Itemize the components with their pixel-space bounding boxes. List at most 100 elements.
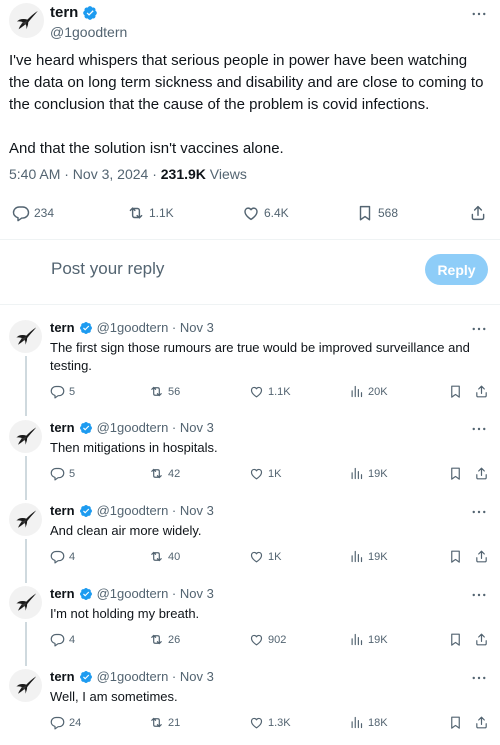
like-icon <box>249 549 264 564</box>
bookmark-button[interactable] <box>448 549 463 564</box>
share-icon <box>474 632 489 647</box>
reply-avatar[interactable] <box>9 420 42 453</box>
tweet-meta: 5:40 AM · Nov 3, 2024 · 231.9K Views <box>9 166 247 182</box>
reply-icon <box>50 715 65 730</box>
reply-author-name[interactable]: tern <box>50 420 75 435</box>
reply-button[interactable]: 4 <box>50 632 75 647</box>
more-options-icon[interactable] <box>470 586 488 604</box>
reply-button[interactable]: 5 <box>50 466 75 481</box>
share-button[interactable] <box>474 549 489 564</box>
like-count: 1.3K <box>268 716 291 729</box>
reply-handle-date[interactable]: @1goodtern · Nov 3 <box>97 320 214 335</box>
repost-button[interactable]: 1.1K <box>127 204 174 222</box>
reply-avatar[interactable] <box>9 503 42 536</box>
reply-button[interactable]: 5 <box>50 384 75 399</box>
repost-button[interactable]: 21 <box>149 715 180 730</box>
share-icon <box>474 549 489 564</box>
repost-count: 26 <box>168 633 181 646</box>
reply-count: 234 <box>34 206 55 220</box>
more-options-icon[interactable] <box>470 503 488 521</box>
repost-icon <box>149 715 164 730</box>
reply-action-bar: 4 40 1K 19K <box>0 549 500 567</box>
reply-text: Well, I am sometimes. <box>50 689 178 704</box>
views-button[interactable]: 19K <box>349 632 388 647</box>
reply-icon <box>50 466 65 481</box>
share-button[interactable] <box>469 204 487 222</box>
reply-action-bar: 5 56 1.1K 20K <box>0 384 500 402</box>
like-icon <box>249 466 264 481</box>
share-icon <box>474 466 489 481</box>
verified-badge-icon <box>79 670 93 684</box>
reply-icon <box>50 632 65 647</box>
like-button[interactable]: 6.4K <box>242 204 289 222</box>
more-options-icon[interactable] <box>470 320 488 338</box>
like-button[interactable]: 1K <box>249 466 281 481</box>
repost-button[interactable]: 56 <box>149 384 180 399</box>
bookmark-button[interactable]: 568 <box>356 204 398 222</box>
views-label: Views <box>205 166 247 182</box>
author-avatar[interactable] <box>9 3 44 38</box>
reply-button[interactable]: 234 <box>12 204 54 222</box>
more-options-icon[interactable] <box>470 420 488 438</box>
share-button[interactable] <box>474 632 489 647</box>
author-name[interactable]: tern <box>50 4 78 21</box>
reply-avatar[interactable] <box>9 320 42 353</box>
like-icon <box>249 715 264 730</box>
share-button[interactable] <box>474 715 489 730</box>
reply-avatar[interactable] <box>9 586 42 619</box>
verified-badge-icon <box>79 587 93 601</box>
reply-text: The first sign those rumours are true wo… <box>50 340 470 373</box>
reply-submit-button[interactable]: Reply <box>425 254 488 285</box>
author-name-row[interactable]: tern <box>50 4 98 21</box>
reply-avatar[interactable] <box>9 669 42 702</box>
views-count: 18K <box>368 716 388 729</box>
like-button[interactable]: 1K <box>249 549 281 564</box>
like-button[interactable]: 1.1K <box>249 384 291 399</box>
reply-author-name[interactable]: tern <box>50 320 75 335</box>
views-button[interactable]: 19K <box>349 549 388 564</box>
reply-author-name[interactable]: tern <box>50 503 75 518</box>
repost-count: 1.1K <box>149 206 174 220</box>
reply-handle-date[interactable]: @1goodtern · Nov 3 <box>97 503 214 518</box>
reply-header: tern @1goodtern · Nov 3 <box>50 320 214 335</box>
bookmark-button[interactable] <box>448 632 463 647</box>
reply-composer-input[interactable]: Post your reply <box>51 259 164 279</box>
views-button[interactable]: 20K <box>349 384 388 399</box>
bookmark-button[interactable] <box>448 384 463 399</box>
more-options-icon[interactable] <box>470 5 488 23</box>
reply-count: 4 <box>69 550 76 563</box>
reply-text: I'm not holding my breath. <box>50 606 200 621</box>
more-options-icon[interactable] <box>470 669 488 687</box>
bird-avatar-icon <box>9 3 44 38</box>
reply-count: 5 <box>69 467 76 480</box>
repost-button[interactable]: 26 <box>149 632 180 647</box>
divider <box>0 239 500 240</box>
reply-button[interactable]: 4 <box>50 549 75 564</box>
share-button[interactable] <box>474 384 489 399</box>
tweet-timestamp[interactable]: 5:40 AM · Nov 3, 2024 · <box>9 166 161 182</box>
repost-button[interactable]: 42 <box>149 466 180 481</box>
bookmark-button[interactable] <box>448 715 463 730</box>
author-handle[interactable]: @1goodtern <box>50 24 127 40</box>
views-button[interactable]: 19K <box>349 466 388 481</box>
share-button[interactable] <box>474 466 489 481</box>
reply-handle-date[interactable]: @1goodtern · Nov 3 <box>97 586 214 601</box>
reply-handle-date[interactable]: @1goodtern · Nov 3 <box>97 420 214 435</box>
reply-author-name[interactable]: tern <box>50 586 75 601</box>
like-button[interactable]: 902 <box>249 632 286 647</box>
reply-button[interactable]: 24 <box>50 715 81 730</box>
repost-count: 40 <box>168 550 181 563</box>
verified-badge-icon <box>82 5 98 21</box>
repost-button[interactable]: 40 <box>149 549 180 564</box>
bookmark-icon <box>448 715 463 730</box>
share-icon <box>474 384 489 399</box>
views-button[interactable]: 18K <box>349 715 388 730</box>
like-button[interactable]: 1.3K <box>249 715 291 730</box>
repost-count: 21 <box>168 716 181 729</box>
reply-author-name[interactable]: tern <box>50 669 75 684</box>
reply-handle-date[interactable]: @1goodtern · Nov 3 <box>97 669 214 684</box>
bookmark-button[interactable] <box>448 466 463 481</box>
verified-badge-icon <box>79 504 93 518</box>
bookmark-count: 568 <box>378 206 399 220</box>
bookmark-icon <box>356 204 374 222</box>
